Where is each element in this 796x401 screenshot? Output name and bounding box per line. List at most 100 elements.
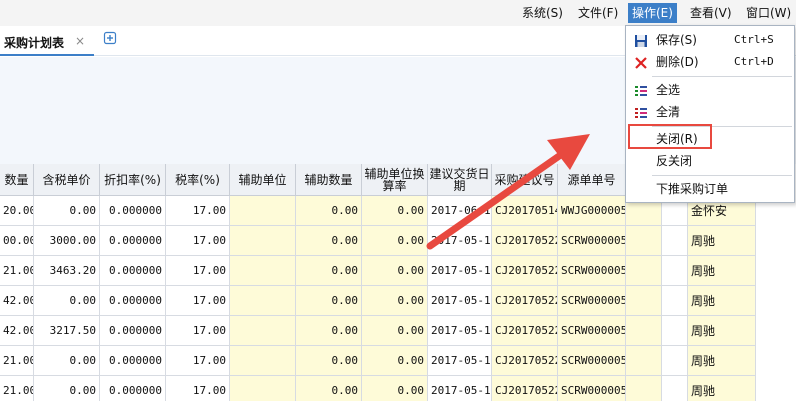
table-cell[interactable]: 0.00 <box>362 196 428 226</box>
table-cell[interactable]: 0.00 <box>296 376 362 401</box>
column-header[interactable]: 辅助单位 <box>230 164 296 196</box>
table-cell[interactable] <box>626 256 662 286</box>
table-cell[interactable]: 周驰 <box>688 316 756 346</box>
table-cell[interactable] <box>662 256 688 286</box>
menu-item-save[interactable]: 保存(S) Ctrl+S <box>626 29 794 51</box>
table-cell[interactable]: 周驰 <box>688 256 756 286</box>
table-cell[interactable]: 0.000000 <box>100 376 166 401</box>
menu-item-select-all[interactable]: 全选 <box>626 79 794 101</box>
table-cell[interactable] <box>230 226 296 256</box>
table-cell[interactable]: 00.00 <box>0 226 34 256</box>
table-cell[interactable]: 21.00 <box>0 346 34 376</box>
column-header[interactable]: 数量 <box>0 164 34 196</box>
table-cell[interactable]: SCRW000005, <box>558 346 626 376</box>
table-cell[interactable]: 0.00 <box>362 346 428 376</box>
table-cell[interactable] <box>662 226 688 256</box>
table-cell[interactable]: 0.00 <box>296 196 362 226</box>
column-header[interactable]: 辅助数量 <box>296 164 362 196</box>
table-cell[interactable]: SCRW000005, <box>558 286 626 316</box>
menu-item-unclose[interactable]: 反关闭 <box>626 150 794 172</box>
table-cell[interactable] <box>230 346 296 376</box>
table-cell[interactable]: 0.00 <box>362 376 428 401</box>
table-cell[interactable]: 0.00 <box>296 346 362 376</box>
table-cell[interactable]: 2017-05-11 <box>428 346 492 376</box>
tab-purchase-plan[interactable]: 采购计划表 × <box>0 28 94 56</box>
menu-view[interactable]: 查看(V) <box>686 3 736 23</box>
table-cell[interactable]: SCRW000005, <box>558 316 626 346</box>
table-cell[interactable] <box>230 376 296 401</box>
menu-window[interactable]: 窗口(W) <box>742 3 795 23</box>
table-cell[interactable] <box>626 316 662 346</box>
column-header[interactable]: 折扣率(%) <box>100 164 166 196</box>
table-cell[interactable]: 17.00 <box>166 286 230 316</box>
table-cell[interactable]: 21.00 <box>0 256 34 286</box>
table-cell[interactable]: 0.000000 <box>100 316 166 346</box>
column-header[interactable]: 税率(%) <box>166 164 230 196</box>
table-cell[interactable]: 0.00 <box>34 286 100 316</box>
table-cell[interactable]: 0.000000 <box>100 196 166 226</box>
column-header[interactable]: 建议交货日期 <box>428 164 492 196</box>
table-cell[interactable]: 2017-05-11 <box>428 286 492 316</box>
table-cell[interactable]: 0.00 <box>296 256 362 286</box>
table-cell[interactable]: 0.00 <box>34 376 100 401</box>
close-icon[interactable]: × <box>75 34 85 48</box>
table-cell[interactable]: CJ201705220 <box>492 316 558 346</box>
table-cell[interactable]: 0.00 <box>362 286 428 316</box>
table-cell[interactable]: CJ201705140 <box>492 196 558 226</box>
table-cell[interactable]: 0.000000 <box>100 226 166 256</box>
column-header[interactable]: 采购建议号 <box>492 164 558 196</box>
table-cell[interactable]: 3463.20 <box>34 256 100 286</box>
table-cell[interactable]: 42.00 <box>0 316 34 346</box>
table-cell[interactable]: 0.000000 <box>100 286 166 316</box>
table-cell[interactable] <box>230 256 296 286</box>
table-cell[interactable]: 17.00 <box>166 346 230 376</box>
table-cell[interactable]: CJ201705220 <box>492 376 558 401</box>
table-cell[interactable]: 17.00 <box>166 376 230 401</box>
column-header[interactable]: 含税单价 <box>34 164 100 196</box>
table-cell[interactable]: CJ201705220 <box>492 226 558 256</box>
table-cell[interactable]: 周驰 <box>688 346 756 376</box>
table-cell[interactable]: SCRW000005, <box>558 226 626 256</box>
table-cell[interactable]: 42.00 <box>0 286 34 316</box>
table-cell[interactable] <box>626 226 662 256</box>
table-cell[interactable]: 2017-05-11 <box>428 316 492 346</box>
table-cell[interactable]: CJ201705220 <box>492 256 558 286</box>
column-header[interactable]: 辅助单位换算率 <box>362 164 428 196</box>
table-cell[interactable]: 0.00 <box>362 256 428 286</box>
table-cell[interactable]: 17.00 <box>166 196 230 226</box>
table-cell[interactable]: 0.00 <box>34 346 100 376</box>
table-cell[interactable]: 周驰 <box>688 286 756 316</box>
table-cell[interactable]: SCRW000005, <box>558 376 626 401</box>
table-cell[interactable]: 0.000000 <box>100 256 166 286</box>
table-cell[interactable]: 2017-06-15 <box>428 196 492 226</box>
table-cell[interactable]: 周驰 <box>688 376 756 401</box>
table-cell[interactable]: 3217.50 <box>34 316 100 346</box>
table-cell[interactable]: 2017-05-11 <box>428 376 492 401</box>
table-cell[interactable]: 0.00 <box>296 316 362 346</box>
table-cell[interactable] <box>662 316 688 346</box>
table-cell[interactable]: 周驰 <box>688 226 756 256</box>
menu-item-clear-all[interactable]: 全清 <box>626 101 794 123</box>
table-cell[interactable]: 20.00 <box>0 196 34 226</box>
table-cell[interactable]: 0.00 <box>362 226 428 256</box>
table-cell[interactable]: 17.00 <box>166 256 230 286</box>
table-cell[interactable]: SCRW000005, <box>558 256 626 286</box>
table-cell[interactable]: 0.00 <box>296 286 362 316</box>
table-cell[interactable]: 0.00 <box>362 316 428 346</box>
table-cell[interactable]: 17.00 <box>166 316 230 346</box>
table-cell[interactable] <box>626 376 662 401</box>
table-cell[interactable]: CJ201705220 <box>492 346 558 376</box>
menu-file[interactable]: 文件(F) <box>574 3 622 23</box>
table-cell[interactable]: 21.00 <box>0 376 34 401</box>
table-cell[interactable]: 0.00 <box>296 226 362 256</box>
table-cell[interactable] <box>230 316 296 346</box>
table-cell[interactable]: 0.00 <box>34 196 100 226</box>
add-tab-icon[interactable] <box>102 30 118 46</box>
table-cell[interactable] <box>662 286 688 316</box>
table-cell[interactable] <box>662 346 688 376</box>
column-header[interactable]: 源单单号 <box>558 164 626 196</box>
table-cell[interactable] <box>230 286 296 316</box>
table-cell[interactable]: 2017-05-11 <box>428 226 492 256</box>
table-cell[interactable] <box>662 376 688 401</box>
table-cell[interactable]: 3000.00 <box>34 226 100 256</box>
